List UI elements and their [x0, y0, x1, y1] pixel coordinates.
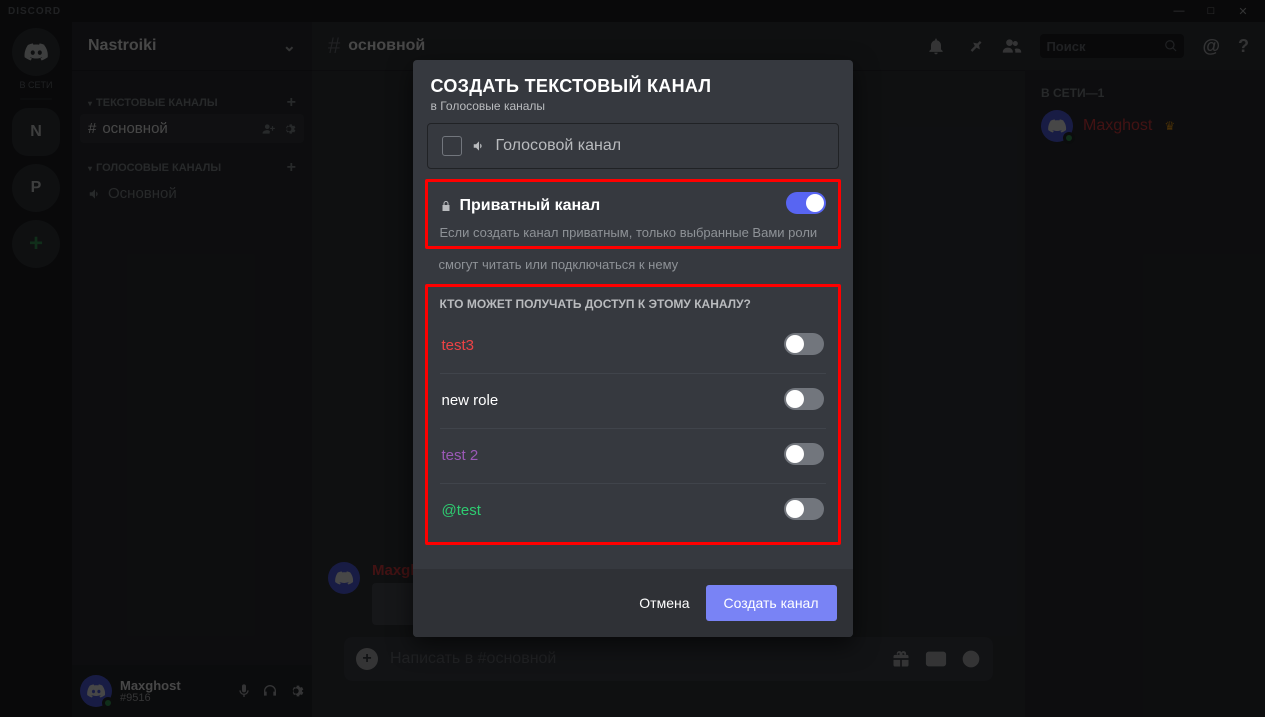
role-row: @test	[440, 484, 826, 538]
private-channel-label: Приватный канал	[460, 197, 601, 215]
role-name: @test	[442, 502, 481, 519]
role-name: test3	[442, 337, 475, 354]
role-name: test 2	[442, 447, 479, 464]
channel-type-voice-option[interactable]: Голосовой канал	[427, 123, 839, 169]
role-row: test 2	[440, 429, 826, 484]
modal-title: СОЗДАТЬ ТЕКСТОВЫЙ КАНАЛ	[431, 76, 835, 97]
access-roles-section: КТО МОЖЕТ ПОЛУЧАТЬ ДОСТУП К ЭТОМУ КАНАЛУ…	[425, 284, 841, 545]
role-access-toggle[interactable]	[784, 443, 824, 465]
create-channel-modal: СОЗДАТЬ ТЕКСТОВЫЙ КАНАЛ в Голосовые кана…	[413, 60, 853, 637]
private-channel-desc-line2: смогут читать или подключаться к нему	[439, 257, 839, 274]
role-access-toggle[interactable]	[784, 333, 824, 355]
cancel-button[interactable]: Отмена	[639, 595, 689, 611]
role-access-toggle[interactable]	[784, 388, 824, 410]
role-row: test3	[440, 319, 826, 374]
lock-icon	[440, 199, 452, 213]
create-channel-button[interactable]: Создать канал	[706, 585, 837, 621]
modal-wrapper: СОЗДАТЬ ТЕКСТОВЫЙ КАНАЛ в Голосовые кана…	[0, 0, 1265, 717]
channel-type-label: Голосовой канал	[496, 137, 622, 155]
access-roles-title: КТО МОЖЕТ ПОЛУЧАТЬ ДОСТУП К ЭТОМУ КАНАЛУ…	[440, 297, 826, 311]
private-channel-desc-line1: Если создать канал приватным, только выб…	[440, 225, 826, 242]
role-name: new role	[442, 392, 499, 409]
modal-subtitle: в Голосовые каналы	[431, 99, 835, 113]
speaker-icon	[472, 139, 486, 153]
modal-footer: Отмена Создать канал	[413, 569, 853, 637]
private-channel-toggle[interactable]	[786, 192, 826, 214]
role-row: new role	[440, 374, 826, 429]
role-access-toggle[interactable]	[784, 498, 824, 520]
private-channel-section: Приватный канал Если создать канал прива…	[425, 179, 841, 249]
checkbox[interactable]	[442, 136, 462, 156]
